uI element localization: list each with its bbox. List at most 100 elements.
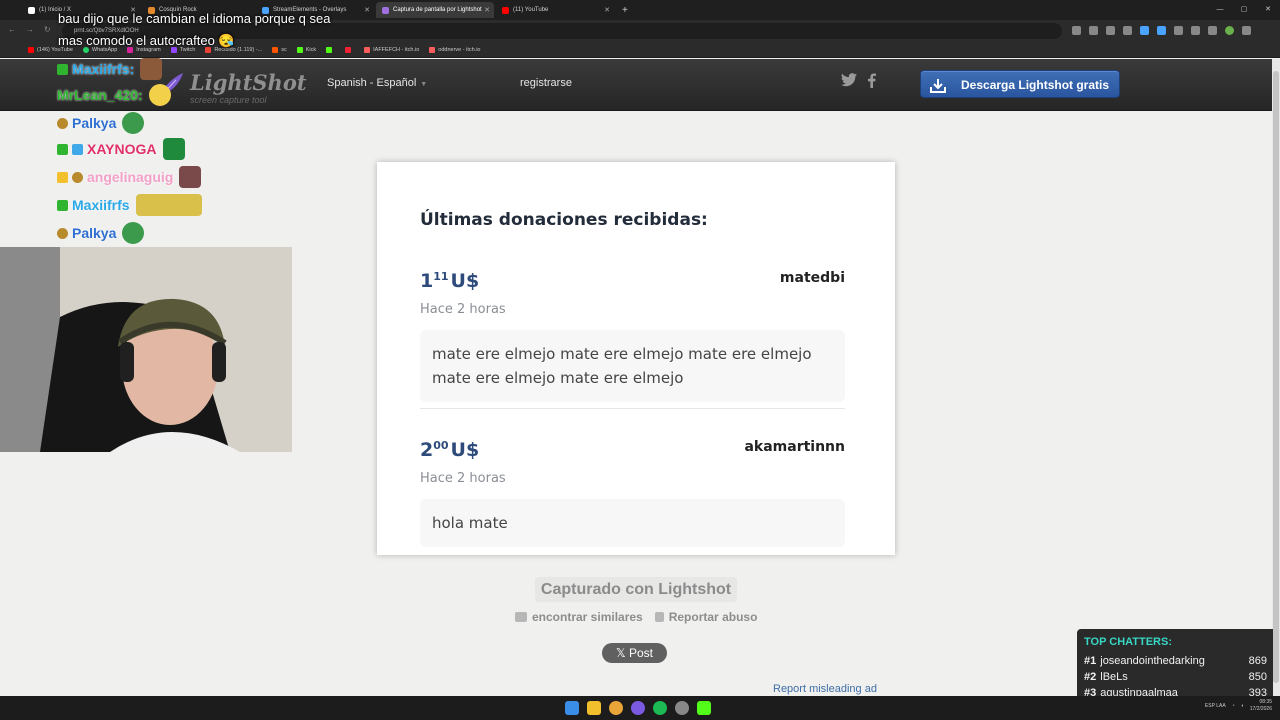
bookmark-itch-2[interactable]: oddnerve - itch.io	[429, 46, 480, 53]
language-indicator[interactable]: ESP LAA	[1205, 703, 1226, 709]
back-icon[interactable]: ←	[8, 25, 16, 34]
chat-line: Maxiifrfs:	[57, 58, 163, 80]
language-select[interactable]: Spanish - Español ▼	[327, 77, 427, 89]
flag-icon	[654, 612, 664, 622]
donor-name: akamartinnn	[744, 439, 845, 455]
emote-icon	[162, 138, 185, 160]
bookmark-itch-1[interactable]: IAFFEFCH - itch.io	[364, 46, 419, 53]
donor-name: matedbi	[779, 270, 845, 286]
emote-icon	[140, 58, 163, 80]
volume-icon[interactable]: ◖	[1241, 703, 1244, 709]
tab-lightshot[interactable]: Captura de pantalla por Lightshot ✕	[376, 2, 494, 18]
taskbar-apps	[565, 701, 711, 715]
extension-icon[interactable]	[1157, 26, 1166, 35]
chat-nick: Maxiifrfs	[72, 197, 130, 213]
caption-line: mas comodo el autocrafteo 😪	[58, 33, 235, 48]
close-icon[interactable]: ✕	[484, 6, 490, 14]
report-misleading-ad-link[interactable]: Report misleading ad	[773, 683, 877, 695]
card-title: Últimas donaciones recibidas:	[420, 210, 708, 230]
social-links	[841, 73, 876, 88]
file-explorer-icon[interactable]	[587, 701, 601, 715]
download-cloud-icon	[930, 79, 946, 93]
verified-badge-icon	[57, 143, 68, 155]
tab-youtube[interactable]: (11) YouTube ✕	[496, 2, 614, 18]
youtube-icon	[502, 6, 509, 14]
bookmark-misc[interactable]	[345, 46, 354, 53]
image-actions: encontrar similares Reportar abuso	[515, 610, 757, 624]
zoom-icon[interactable]	[1072, 26, 1081, 35]
divider	[420, 408, 845, 409]
coin-badge-icon	[57, 227, 68, 239]
verified-badge-icon	[57, 199, 68, 211]
top-chatter-row: #1 joseandointhedarking 869	[1084, 655, 1267, 667]
itchio-icon	[429, 46, 436, 53]
extension-icon[interactable]	[1140, 26, 1149, 35]
chat-line: MrLean_420:	[57, 84, 171, 106]
webcam-feed	[0, 247, 292, 452]
emote-icon	[135, 194, 202, 216]
facebook-icon[interactable]	[867, 73, 876, 88]
cube-badge-icon	[72, 143, 83, 155]
find-similar-link[interactable]: encontrar similares	[515, 610, 643, 624]
top-chatters-heading: TOP CHATTERS:	[1084, 636, 1173, 648]
close-icon[interactable]: ✕	[604, 6, 610, 14]
scrollbar[interactable]	[1272, 59, 1280, 696]
chat-line: Palkya	[57, 112, 145, 134]
x-post-button[interactable]: 𝕏 Post	[602, 643, 667, 663]
star-icon[interactable]	[1123, 26, 1132, 35]
extension-icons	[1072, 26, 1251, 35]
menu-icon[interactable]	[1242, 26, 1251, 35]
sidepanel-icon[interactable]	[1208, 26, 1217, 35]
pepe-emote-icon	[122, 222, 145, 244]
chat-line: XAYNOGA	[57, 138, 185, 160]
chat-nick: XAYNOGA	[87, 141, 157, 157]
pepe-emote-icon	[122, 112, 145, 134]
scrollbar-thumb[interactable]	[1273, 71, 1279, 683]
avatar[interactable]	[1225, 26, 1234, 35]
lightshot-feather-icon	[382, 6, 389, 14]
wifi-icon[interactable]: ◔	[1232, 703, 1235, 709]
donation-time: Hace 2 horas	[420, 471, 506, 486]
minimize-button[interactable]: —	[1208, 0, 1232, 20]
chat-line: Maxiifrfs	[57, 194, 202, 216]
puzzle-icon[interactable]	[1191, 26, 1200, 35]
verified-badge-icon	[57, 63, 68, 75]
new-tab-button[interactable]: +	[616, 2, 630, 18]
maximize-button[interactable]: ▢	[1232, 0, 1256, 20]
streamer-image	[0, 247, 292, 452]
caption-line: bau dijo que le cambian el idioma porque…	[58, 11, 331, 26]
spotify-icon[interactable]	[653, 701, 667, 715]
reload-icon[interactable]: ↻	[44, 25, 51, 34]
register-link[interactable]: registrarse	[520, 77, 572, 89]
forward-icon[interactable]: →	[26, 25, 34, 34]
chat-nick: Palkya	[72, 115, 117, 131]
camera-icon	[515, 612, 527, 622]
discord-icon[interactable]	[631, 701, 645, 715]
emote-icon	[179, 166, 202, 188]
donation-time: Hace 2 horas	[420, 302, 506, 317]
report-abuse-link[interactable]: Reportar abuso	[654, 610, 757, 624]
crown-badge-icon	[57, 171, 68, 183]
window-controls: — ▢ ✕	[1208, 0, 1280, 20]
windows-start-icon[interactable]	[565, 701, 579, 715]
chat-line: angelinaguig	[57, 166, 202, 188]
download-lightshot-button[interactable]: Descarga Lightshot gratis	[920, 70, 1120, 98]
logo-tagline: screen capture tool	[190, 95, 267, 105]
donation-message: mate ere elmejo mate ere elmejo mate ere…	[420, 330, 845, 402]
close-window-button[interactable]: ✕	[1256, 0, 1280, 20]
itchio-icon	[364, 46, 371, 53]
close-icon[interactable]: ✕	[364, 6, 370, 14]
screenshot-image[interactable]: Últimas donaciones recibidas: 111 U$ mate…	[377, 162, 895, 555]
extension-icon[interactable]	[1174, 26, 1183, 35]
eye-off-icon[interactable]	[1106, 26, 1115, 35]
chrome-icon[interactable]	[609, 701, 623, 715]
coin-badge-icon	[72, 171, 83, 183]
clock[interactable]: 08:35 17/2/2026	[1250, 699, 1272, 713]
share-icon[interactable]	[1089, 26, 1098, 35]
kick-icon[interactable]	[697, 701, 711, 715]
obs-icon[interactable]	[675, 701, 689, 715]
bookmark-icon	[345, 46, 352, 53]
stream-caption: bau dijo que le cambian el idioma porque…	[58, 8, 330, 52]
x-icon	[28, 6, 35, 14]
twitter-icon[interactable]	[841, 73, 857, 87]
